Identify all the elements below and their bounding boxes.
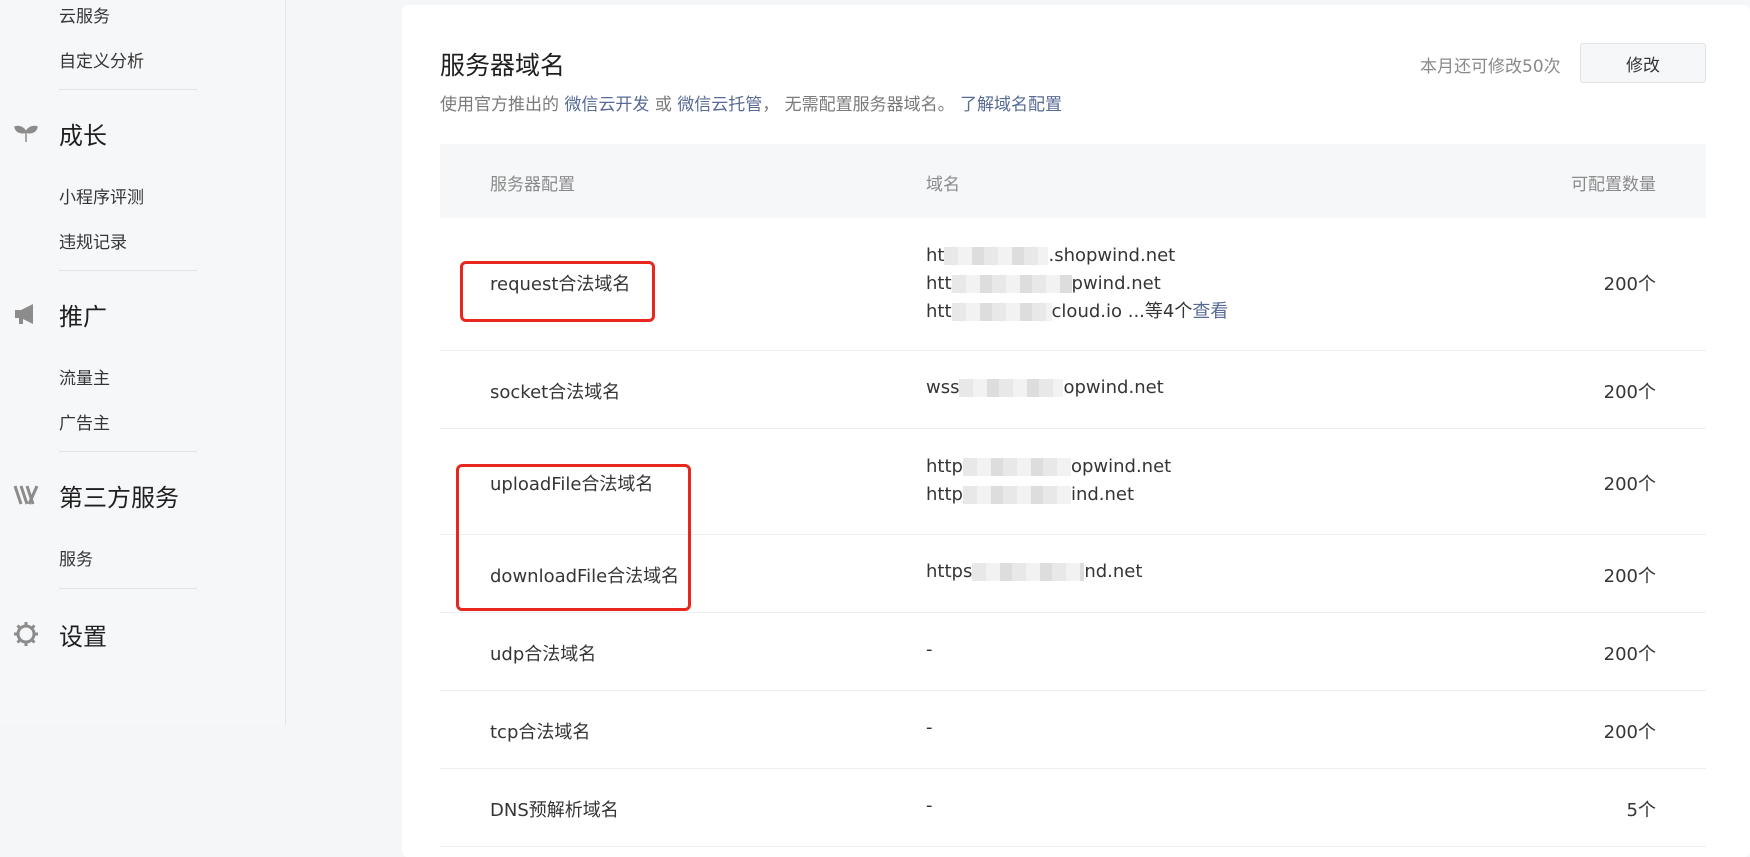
domain-line: http opwind.net: [926, 456, 1172, 477]
header-count: 可配置数量: [1571, 175, 1656, 195]
count-value: 200个: [1603, 382, 1656, 403]
domain-list: http opwind.net http ind.net: [926, 453, 1171, 509]
domain-line: -: [926, 717, 933, 738]
sidebar-item-custom-analysis[interactable]: 自定义分析: [59, 47, 144, 72]
table-row: socket合法域名 wss opwind.net 200个: [440, 351, 1706, 429]
domain-table: 服务器配置 域名 可配置数量 request合法域名 ht .shopwind.n…: [440, 144, 1706, 847]
config-name: DNS预解析域名: [490, 800, 619, 821]
sidebar-group-label: 成长: [59, 121, 107, 150]
sidebar-group-label: 设置: [59, 622, 107, 651]
server-domain-card: 服务器域名 使用官方推出的 微信云开发 或 微信云托管， 无需配置服务器域名。 …: [402, 5, 1750, 857]
quota-text: 本月还可修改50次: [1420, 57, 1561, 77]
page-title: 服务器域名: [440, 51, 566, 80]
sidebar-item-service[interactable]: 服务: [59, 545, 93, 570]
domain-line: -: [926, 639, 933, 660]
redacted-block: [951, 303, 1052, 321]
config-name: udp合法域名: [490, 644, 597, 665]
sidebar-group-label: 第三方服务: [59, 483, 179, 512]
domain-line: -: [926, 795, 933, 816]
table-header: 服务器配置 域名 可配置数量: [440, 144, 1706, 218]
redacted-block: [962, 486, 1071, 504]
redacted-block: [951, 275, 1072, 293]
description: 使用官方推出的 微信云开发 或 微信云托管， 无需配置服务器域名。 了解域名配置: [440, 90, 1062, 115]
desc-or: 或: [654, 95, 672, 115]
sidebar-group-label: 推广: [59, 302, 107, 331]
sidebar-item-violations[interactable]: 违规记录: [59, 228, 127, 253]
sidebar-item-evaluation[interactable]: 小程序评测: [59, 183, 144, 208]
count-value: 200个: [1603, 474, 1656, 495]
redacted-block: [972, 563, 1085, 581]
domain-list: -: [926, 636, 933, 664]
table-row: DNS预解析域名 - 5个: [440, 769, 1706, 847]
link-cloud-host[interactable]: 微信云托管: [677, 95, 762, 115]
sidebar-divider: [59, 451, 197, 452]
link-cloud-dev[interactable]: 微信云开发: [564, 95, 649, 115]
sidebar-item-advertiser[interactable]: 广告主: [59, 409, 110, 434]
domain-line: ht .shopwind.net: [926, 245, 1176, 266]
sidebar-item-cloud-service[interactable]: 云服务: [59, 2, 110, 27]
domain-list: -: [926, 792, 933, 820]
sprout-icon: [13, 120, 39, 146]
third-party-icon: [13, 482, 39, 508]
sidebar-divider: [59, 89, 197, 90]
count-value: 200个: [1603, 274, 1656, 295]
link-learn-domain-config[interactable]: 了解域名配置: [960, 95, 1062, 115]
domain-line: htt pwind.net: [926, 273, 1161, 294]
highlight-box-request: [460, 261, 655, 322]
domain-list: wss opwind.net: [926, 374, 1164, 402]
megaphone-icon: [13, 301, 39, 327]
domain-list: ht .shopwind.net htt pwind.net htt cloud.io…: [926, 242, 1228, 326]
count-value: 200个: [1603, 644, 1656, 665]
highlight-box-file: [456, 464, 691, 611]
count-value: 5个: [1626, 800, 1656, 821]
domain-list: -: [926, 714, 933, 742]
gear-icon: [13, 621, 39, 647]
header-domain: 域名: [926, 175, 960, 195]
sidebar-group-settings[interactable]: 设置: [0, 614, 285, 654]
sidebar: 云服务 自定义分析 成长 小程序评测 违规记录 推广 流量主 广告主 第三方服务…: [0, 0, 286, 725]
view-more-link[interactable]: 查看: [1192, 301, 1228, 322]
count-value: 200个: [1603, 722, 1656, 743]
sidebar-divider: [59, 270, 197, 271]
header-config: 服务器配置: [490, 175, 575, 195]
redacted-block: [962, 458, 1071, 476]
domain-line: htt cloud.io ...等4个查看: [926, 301, 1229, 322]
sidebar-group-growth[interactable]: 成长: [0, 113, 285, 153]
config-name: socket合法域名: [490, 382, 621, 403]
modify-button[interactable]: 修改: [1580, 43, 1706, 83]
count-value: 200个: [1603, 566, 1656, 587]
sidebar-item-traffic-owner[interactable]: 流量主: [59, 364, 110, 389]
redacted-block: [944, 247, 1049, 265]
domain-line: wss opwind.net: [926, 377, 1164, 398]
desc-suffix: ， 无需配置服务器域名。: [762, 95, 955, 115]
domain-line: https nd.net: [926, 561, 1143, 582]
domain-line: http ind.net: [926, 484, 1135, 505]
sidebar-group-third-party[interactable]: 第三方服务: [0, 475, 285, 515]
desc-prefix: 使用官方推出的: [440, 95, 559, 115]
sidebar-divider: [59, 588, 197, 589]
redacted-block: [959, 379, 1064, 397]
domain-list: https nd.net: [926, 558, 1142, 586]
table-row: udp合法域名 - 200个: [440, 613, 1706, 691]
table-row: tcp合法域名 - 200个: [440, 691, 1706, 769]
config-name: tcp合法域名: [490, 722, 591, 743]
sidebar-group-promotion[interactable]: 推广: [0, 294, 285, 334]
